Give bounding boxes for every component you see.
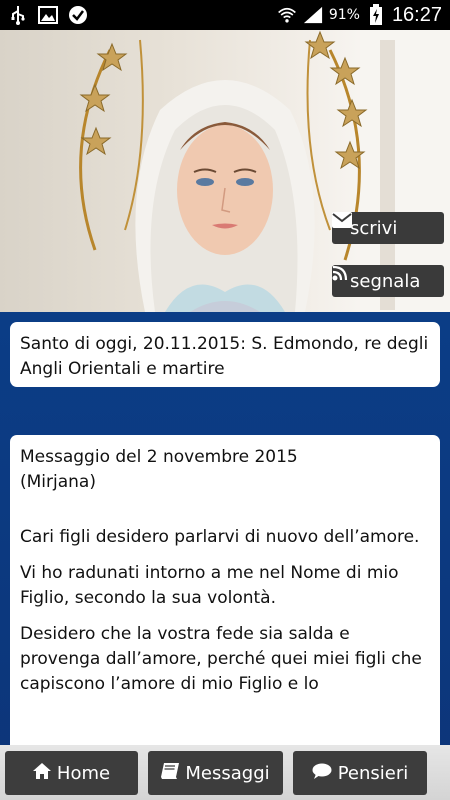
pensieri-button[interactable]: Pensieri [293,751,427,795]
wifi-icon [277,5,297,25]
messaggi-button[interactable]: Messaggi [148,751,283,795]
message-paragraph: Cari figli desidero parlarvi di nuovo de… [20,527,420,547]
image-icon [38,5,58,25]
book-icon [161,762,180,784]
hero-image: scrivi segnala [0,30,450,312]
clock: 16:27 [391,3,442,26]
status-right-icons: 91% 16:27 [277,4,450,27]
pensieri-label: Pensieri [337,762,409,784]
segnala-button[interactable]: segnala [332,265,444,297]
message-paragraph: Vi ho radunati intorno a me nel Nome di … [20,563,399,608]
santo-del-giorno-card[interactable]: Santo di oggi, 20.11.2015: S. Edmondo, r… [10,322,440,387]
home-button[interactable]: Home [5,751,138,795]
message-title: Messaggio del 2 novembre 2015 [20,447,298,467]
message-author: (Mirjana) [20,472,96,492]
check-badge-icon [68,5,88,25]
status-bar: 91% 16:27 [0,0,450,30]
messaggio-card[interactable]: Messaggio del 2 novembre 2015 (Mirjana) … [10,435,440,765]
battery-charging-icon [366,4,386,25]
bottom-navigation: Home Messaggi Pensieri [0,745,450,800]
usb-icon [8,5,28,25]
scrivi-label: scrivi [350,217,398,239]
scrivi-button[interactable]: scrivi [332,212,444,244]
home-label: Home [56,762,111,784]
messaggi-label: Messaggi [185,762,270,784]
speech-bubble-icon [312,763,332,784]
message-paragraph: Desidero che la vostra fede sia salda e … [20,624,422,694]
status-left-icons [0,5,88,25]
segnala-label: segnala [350,270,421,292]
home-icon [32,762,51,784]
signal-icon [303,5,323,25]
santo-text: Santo di oggi, 20.11.2015: S. Edmondo, r… [20,334,429,379]
battery-percent: 91% [328,7,360,23]
